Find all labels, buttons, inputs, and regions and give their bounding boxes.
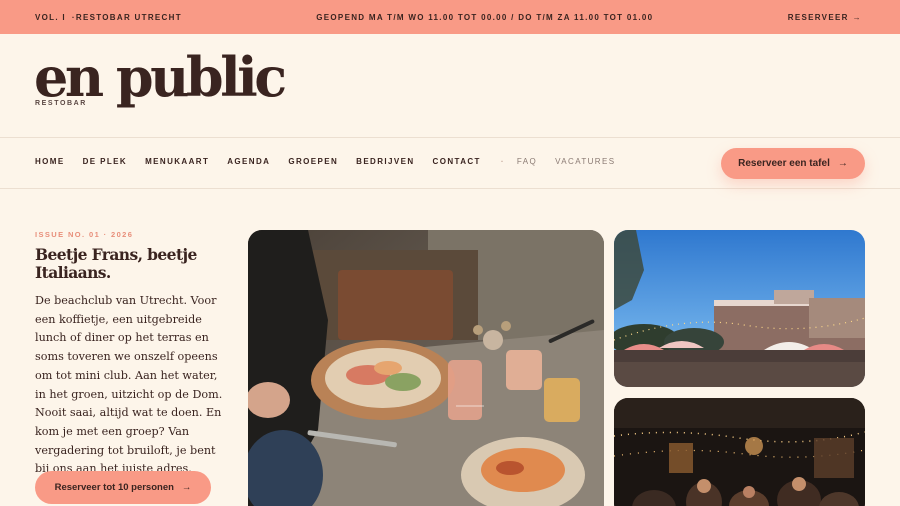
main-nav: HOME DE PLEK MENUKAART AGENDA GROEPEN BE…: [35, 157, 633, 166]
venue-label: RESTOBAR UTRECHT: [75, 12, 182, 22]
nav-item-groepen[interactable]: GROEPEN: [288, 157, 338, 166]
arrow-right-icon: →: [181, 482, 192, 493]
volume-label: VOL. I: [35, 12, 66, 22]
nav-item-agenda[interactable]: AGENDA: [227, 157, 270, 166]
opening-hours: GEOPEND MA T/M WO 11.00 TOT 00.00 / DO T…: [316, 12, 654, 22]
nav-item-bedrijven[interactable]: BEDRIJVEN: [356, 157, 414, 166]
arrow-right-icon: →: [852, 12, 862, 22]
brand[interactable]: en public RESTOBAR: [34, 50, 287, 107]
hero-intro: De beachclub van Utrecht. Voor een koffi…: [35, 294, 223, 476]
nav-item-vacatures[interactable]: VACATURES: [555, 157, 615, 166]
issue-label: ISSUE NO. 01 · 2026: [35, 230, 134, 239]
topbar-reserve-label: RESERVEER: [787, 12, 849, 22]
topbar-reserve-link[interactable]: RESERVEER →: [788, 13, 862, 22]
announcement-bar: VOL. I ·RESTOBAR UTRECHT GEOPEND MA T/M W…: [0, 0, 900, 34]
nav-item-de-plek[interactable]: DE PLEK: [83, 157, 127, 166]
group-reserve-label: Reserveer tot 10 personen: [54, 482, 174, 493]
food-table-photo: [248, 230, 604, 506]
beachclub-exterior-photo: [614, 230, 865, 387]
nav-item-menukaart[interactable]: MENUKAART: [145, 157, 209, 166]
nav-item-faq[interactable]: FAQ: [517, 157, 537, 166]
edition-label: VOL. I ·RESTOBAR UTRECHT: [35, 13, 182, 22]
reserve-table-label: Reserveer een tafel: [738, 158, 830, 169]
divider: [0, 188, 900, 189]
arrow-right-icon: →: [837, 158, 848, 169]
nav-item-home[interactable]: HOME: [35, 157, 65, 166]
group-reserve-button[interactable]: Reserveer tot 10 personen →: [35, 471, 211, 504]
divider: [0, 137, 900, 138]
reserve-table-button[interactable]: Reserveer een tafel →: [721, 148, 865, 179]
nav-separator: ·: [500, 157, 505, 166]
hero-headline: Beetje Frans, beetje Italiaans.: [35, 245, 197, 282]
nav-item-contact[interactable]: CONTACT: [433, 157, 481, 166]
logo[interactable]: en public: [34, 50, 287, 104]
party-interior-photo: [614, 398, 865, 506]
